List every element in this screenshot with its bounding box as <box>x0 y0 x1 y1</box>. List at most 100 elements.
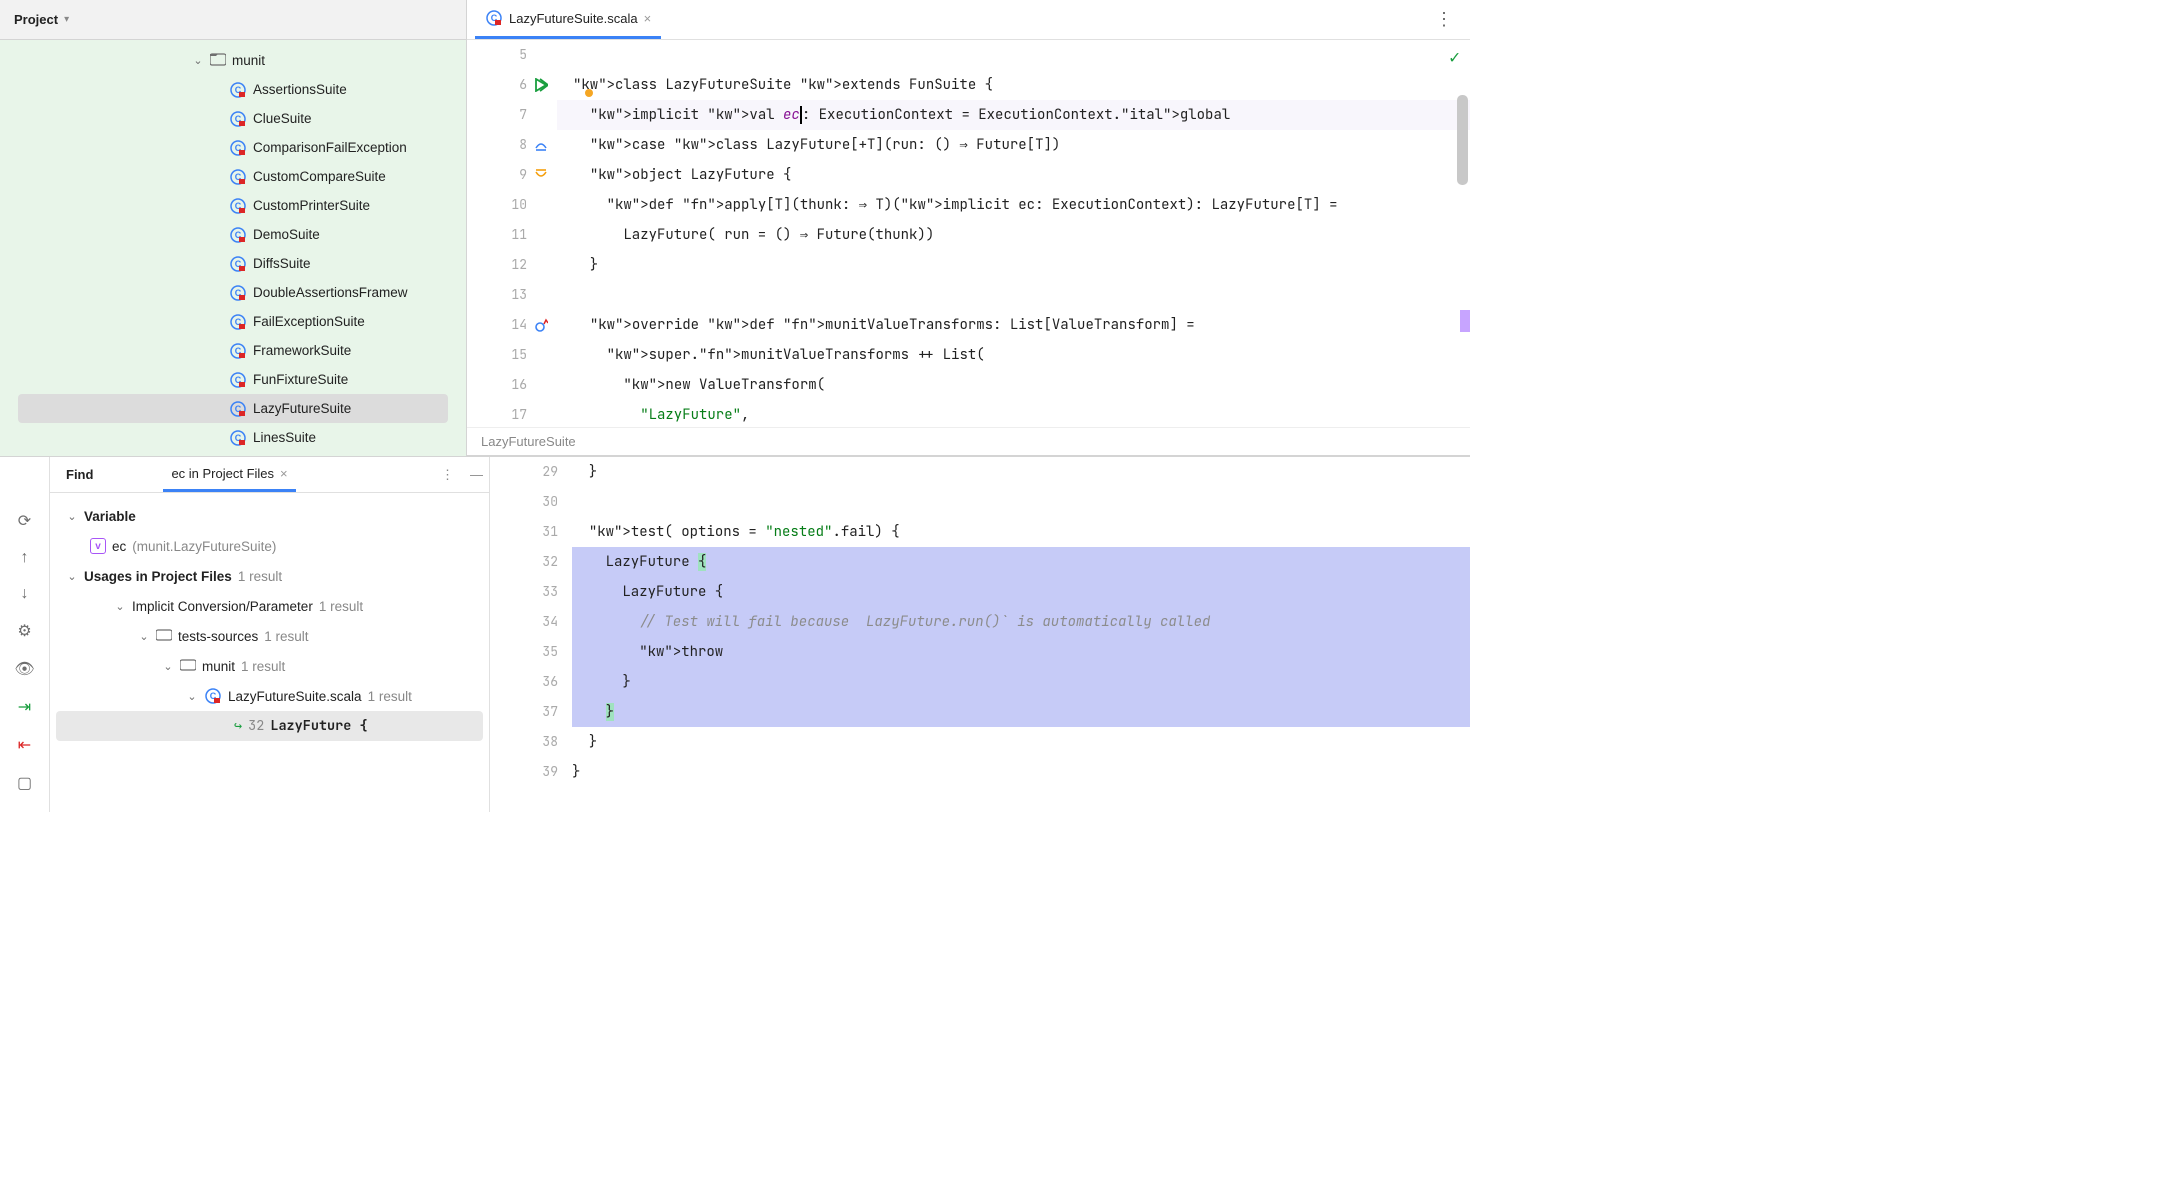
collapse-icon[interactable]: ⌄ <box>192 54 204 67</box>
code-line[interactable]: "kw">def "fn">apply[T](thunk: ⇒ T)("kw">… <box>557 190 1470 220</box>
gutter-icon[interactable] <box>533 138 549 152</box>
collapse-icon[interactable]: ⌄ <box>186 690 198 703</box>
layout-icon[interactable]: ▢ <box>17 773 32 793</box>
variable-label: Variable <box>84 509 136 524</box>
code-line[interactable]: "kw">object LazyFuture { <box>557 160 1470 190</box>
file-count: 1 result <box>368 689 412 704</box>
refresh-icon[interactable]: ⟳ <box>18 511 31 531</box>
tree-file-demosuite[interactable]: CDemoSuite <box>0 220 466 249</box>
code-line[interactable]: "kw">class LazyFutureSuite "kw">extends … <box>557 70 1470 100</box>
scala-file-icon: C <box>229 284 247 302</box>
sidebar-header[interactable]: Project ▾ <box>0 0 466 40</box>
warning-marker[interactable] <box>1460 310 1470 332</box>
tree-file-customcomparesuite[interactable]: CCustomCompareSuite <box>0 162 466 191</box>
tree-file-customprintersuite[interactable]: CCustomPrinterSuite <box>0 191 466 220</box>
file-label: ClueSuite <box>253 111 312 126</box>
code-line[interactable]: "kw">implicit "kw">val ec: ExecutionCont… <box>557 100 1470 130</box>
settings-icon[interactable]: ⚙ <box>17 621 31 641</box>
scala-file-icon: C <box>229 139 247 157</box>
find-munit-group[interactable]: ⌄ munit 1 result <box>56 651 483 681</box>
file-label: LazyFutureSuite.scala <box>228 689 362 704</box>
tree-file-assertionssuite[interactable]: CAssertionsSuite <box>0 75 466 104</box>
find-tab-label: ec in Project Files <box>171 466 274 481</box>
implicit-label: Implicit Conversion/Parameter <box>132 599 313 614</box>
tree-file-doubleassertionsframew[interactable]: CDoubleAssertionsFramew <box>0 278 466 307</box>
preview-line[interactable] <box>572 487 1470 517</box>
tree-file-failexceptionsuite[interactable]: CFailExceptionSuite <box>0 307 466 336</box>
preview-line[interactable]: } <box>572 727 1470 757</box>
file-label: LazyFutureSuite <box>253 401 351 416</box>
editor-code[interactable]: "kw">class LazyFutureSuite "kw">extends … <box>557 40 1470 427</box>
code-line[interactable]: "LazyFuture", <box>557 400 1470 427</box>
find-result-line[interactable]: ↪ 32 LazyFuture { <box>56 711 483 741</box>
find-sources-group[interactable]: ⌄ tests-sources 1 result <box>56 621 483 651</box>
sources-label: tests-sources <box>178 629 258 644</box>
preview-code[interactable]: } "kw">test( options = "nested".fail) { … <box>572 457 1470 812</box>
collapse-icon[interactable]: ⌄ <box>138 630 150 643</box>
find-variable-group[interactable]: ⌄ Variable <box>56 501 483 531</box>
preview-line[interactable]: // Test will fail because LazyFuture.run… <box>572 607 1470 637</box>
preview-line[interactable]: "kw">throw "kw">new RuntimeException("BO… <box>572 637 1470 667</box>
code-line[interactable]: } <box>557 250 1470 280</box>
editor-body[interactable]: 567891011121314151617 "kw">class LazyFut… <box>467 40 1470 427</box>
scala-file-icon: C <box>485 9 503 27</box>
preview-line[interactable]: LazyFuture { <box>572 547 1470 577</box>
variable-icon: v <box>90 538 106 554</box>
tree-file-comparisonfailexception[interactable]: CComparisonFailException <box>0 133 466 162</box>
collapse-icon[interactable]: ⌄ <box>66 510 78 523</box>
collapse-icon[interactable]: ⌄ <box>66 570 78 583</box>
file-label: FailExceptionSuite <box>253 314 365 329</box>
code-line[interactable]: "kw">new ValueTransform( <box>557 370 1470 400</box>
breadcrumb[interactable]: LazyFutureSuite <box>467 427 1470 455</box>
preview-line[interactable]: } <box>572 757 1470 787</box>
find-implicit-group[interactable]: ⌄ Implicit Conversion/Parameter 1 result <box>56 591 483 621</box>
close-icon[interactable]: × <box>280 466 288 481</box>
editor-gutter: 567891011121314151617 <box>467 40 557 427</box>
find-file-group[interactable]: ⌄ C LazyFutureSuite.scala 1 result <box>56 681 483 711</box>
find-preview[interactable]: 2930313233343536373839 } "kw">test( opti… <box>490 457 1470 812</box>
code-line[interactable]: "kw">override "kw">def "fn">munitValueTr… <box>557 310 1470 340</box>
scrollbar[interactable] <box>1457 95 1468 185</box>
find-usages-group[interactable]: ⌄ Usages in Project Files 1 result <box>56 561 483 591</box>
close-icon[interactable]: × <box>644 11 652 26</box>
file-label: LinesSuite <box>253 430 316 445</box>
preview-line[interactable]: } <box>572 457 1470 487</box>
tree-file-frameworksuite[interactable]: CFrameworkSuite <box>0 336 466 365</box>
more-icon[interactable]: ⋮ <box>1435 9 1452 30</box>
arrow-up-icon[interactable]: ↑ <box>21 549 29 567</box>
preview-line[interactable]: } <box>572 667 1470 697</box>
find-tab[interactable]: ec in Project Files × <box>163 457 295 492</box>
code-line[interactable]: "kw">case "kw">class LazyFuture[+T](run:… <box>557 130 1470 160</box>
find-panel: ⟳ ↑ ↓ ⚙ 👁 ⇥ ⇤ ▢ Find ec in Project Files… <box>0 456 1470 812</box>
collapse-icon[interactable]: ⌄ <box>162 660 174 673</box>
find-variable-item[interactable]: v ec (munit.LazyFutureSuite) <box>56 531 483 561</box>
arrow-down-icon[interactable]: ↓ <box>21 585 29 603</box>
file-label: CustomPrinterSuite <box>253 198 370 213</box>
tree-folder-munit[interactable]: ⌄ munit <box>0 46 466 75</box>
file-label: FrameworkSuite <box>253 343 351 358</box>
tree-file-diffssuite[interactable]: CDiffsSuite <box>0 249 466 278</box>
preview-gutter: 2930313233343536373839 <box>490 457 572 812</box>
preview-line[interactable]: "kw">test( options = "nested".fail) { <box>572 517 1470 547</box>
code-line[interactable]: LazyFuture( run = () ⇒ Future(thunk)) <box>557 220 1470 250</box>
gutter-icon[interactable] <box>533 168 549 182</box>
export-icon[interactable]: ⇤ <box>18 735 31 755</box>
import-icon[interactable]: ⇥ <box>18 697 31 717</box>
tree-file-linessuite[interactable]: CLinesSuite <box>0 423 466 452</box>
tab-lazyfuturesuite[interactable]: C LazyFutureSuite.scala × <box>475 0 661 39</box>
code-line[interactable] <box>557 40 1470 70</box>
scala-file-icon: C <box>229 400 247 418</box>
preview-line[interactable]: } <box>572 697 1470 727</box>
eye-icon[interactable]: 👁 <box>14 659 34 679</box>
gutter-icon[interactable] <box>533 78 549 92</box>
tree-file-cluesuite[interactable]: CClueSuite <box>0 104 466 133</box>
preview-line[interactable]: LazyFuture { <box>572 577 1470 607</box>
code-line[interactable]: "kw">super."fn">munitValueTransforms ++ … <box>557 340 1470 370</box>
minimize-icon[interactable]: — <box>470 467 483 483</box>
more-icon[interactable]: ⋮ <box>441 467 454 483</box>
gutter-icon[interactable] <box>533 318 549 332</box>
collapse-icon[interactable]: ⌄ <box>114 600 126 613</box>
code-line[interactable] <box>557 280 1470 310</box>
tree-file-lazyfuturesuite[interactable]: C LazyFutureSuite <box>18 394 448 423</box>
tree-file-funfixturesuite[interactable]: CFunFixtureSuite <box>0 365 466 394</box>
